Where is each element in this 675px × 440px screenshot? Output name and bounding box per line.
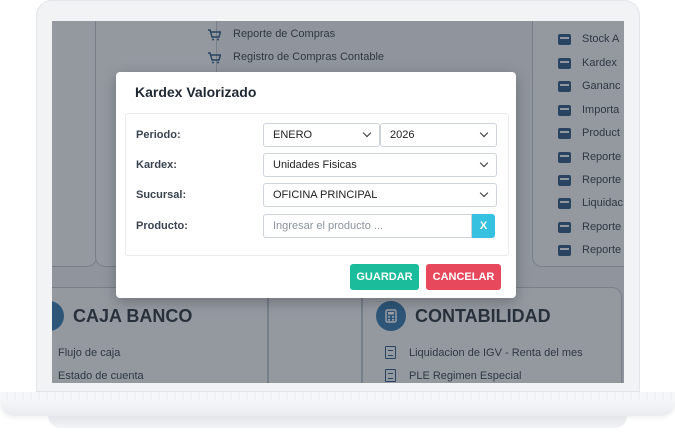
- periodo-label: Periodo:: [136, 129, 181, 141]
- sucursal-select-value: OFICINA PRINCIPAL: [273, 189, 378, 201]
- cancel-button[interactable]: CANCELAR: [426, 264, 501, 290]
- producto-label: Producto:: [136, 220, 188, 232]
- kardex-select-value: Unidades Fisicas: [273, 159, 357, 171]
- chevron-down-icon: [479, 158, 489, 168]
- month-select-value: ENERO: [273, 129, 313, 141]
- clear-product-button[interactable]: X: [472, 214, 495, 238]
- kardex-label: Kardex:: [136, 159, 177, 171]
- year-select-value: 2026: [390, 129, 415, 141]
- modal-form: Periodo: ENERO 2026 Kardex: Unidades Fis…: [125, 113, 509, 256]
- kardex-modal: Kardex Valorizado Periodo: ENERO 2026 Ka…: [116, 72, 516, 298]
- producto-placeholder: Ingresar el producto ...: [273, 220, 384, 232]
- year-select[interactable]: 2026: [380, 123, 497, 147]
- modal-title: Kardex Valorizado: [135, 84, 257, 100]
- sucursal-select[interactable]: OFICINA PRINCIPAL: [263, 183, 497, 207]
- producto-input[interactable]: Ingresar el producto ...: [263, 214, 472, 238]
- kardex-select[interactable]: Unidades Fisicas: [263, 153, 497, 177]
- chevron-down-icon: [479, 188, 489, 198]
- chevron-down-icon: [479, 128, 489, 138]
- chevron-down-icon: [362, 128, 372, 138]
- laptop-foot: [48, 416, 627, 428]
- month-select[interactable]: ENERO: [263, 123, 380, 147]
- laptop-base-texture: [0, 392, 675, 400]
- save-button[interactable]: GUARDAR: [350, 264, 419, 290]
- sucursal-label: Sucursal:: [136, 189, 187, 201]
